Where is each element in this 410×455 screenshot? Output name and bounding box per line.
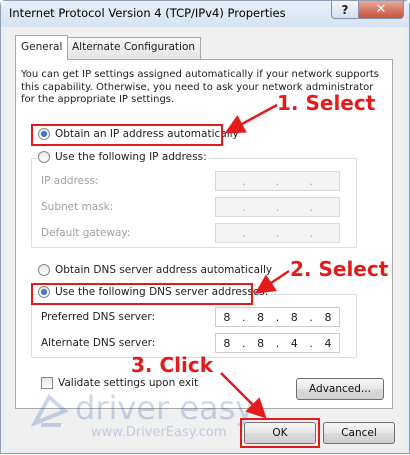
step2-annotation: 2. Select <box>290 257 389 281</box>
octet-2: 8 <box>257 336 265 350</box>
highlight-use-following-dns <box>31 283 253 305</box>
octet-4: 8 <box>324 310 332 324</box>
obtain-dns-auto-label: Obtain DNS server address automatically <box>55 264 273 276</box>
close-icon: ✕ <box>375 2 387 17</box>
properties-dialog: Internet Protocol Version 4 (TCP/IPv4) P… <box>0 0 410 454</box>
highlight-ok-button <box>240 418 320 448</box>
ip-address-input[interactable]: . . . <box>215 171 340 191</box>
use-following-ip-radio[interactable]: Use the following IP address: <box>38 151 210 163</box>
step3-annotation: 3. Click <box>131 353 214 377</box>
help-icon: ? <box>341 2 349 17</box>
use-following-ip-label: Use the following IP address: <box>55 151 207 163</box>
validate-settings-checkbox[interactable]: Validate settings upon exit <box>41 377 198 389</box>
tab-alternate-configuration[interactable]: Alternate Configuration <box>66 37 202 59</box>
title-bar[interactable]: Internet Protocol Version 4 (TCP/IPv4) P… <box>1 1 409 27</box>
preferred-dns-input[interactable]: 8. 8. 8. 8 <box>215 307 340 327</box>
octet-2: 8 <box>257 310 265 324</box>
obtain-dns-auto-radio[interactable]: Obtain DNS server address automatically <box>38 264 272 276</box>
alternate-dns-label: Alternate DNS server: <box>41 337 156 349</box>
tab-general[interactable]: General <box>15 35 69 60</box>
validate-settings-label: Validate settings upon exit <box>58 377 199 389</box>
cancel-button[interactable]: Cancel <box>323 422 395 444</box>
alternate-dns-input[interactable]: 8. 8. 4. 4 <box>215 333 340 353</box>
ip-address-label: IP address: <box>41 175 99 187</box>
default-gateway-input[interactable]: . . . <box>215 223 340 243</box>
close-button[interactable]: ✕ <box>358 1 404 19</box>
octet-1: 8 <box>223 336 231 350</box>
subnet-mask-label: Subnet mask: <box>41 201 114 213</box>
octet-3: 8 <box>290 310 298 324</box>
subnet-mask-input[interactable]: . . . <box>215 197 340 217</box>
checkbox-indicator <box>41 377 53 389</box>
radio-indicator <box>38 151 50 163</box>
dialog-title: Internet Protocol Version 4 (TCP/IPv4) P… <box>9 6 286 20</box>
octet-4: 4 <box>324 336 332 350</box>
preferred-dns-label: Preferred DNS server: <box>41 311 156 323</box>
octet-1: 8 <box>223 310 231 324</box>
default-gateway-label: Default gateway: <box>41 227 131 239</box>
help-button[interactable]: ? <box>331 1 359 19</box>
step1-annotation: 1. Select <box>277 91 376 115</box>
radio-indicator <box>38 264 50 276</box>
highlight-obtain-ip-auto <box>31 124 223 146</box>
octet-3: 4 <box>290 336 298 350</box>
advanced-button[interactable]: Advanced... <box>296 378 384 400</box>
